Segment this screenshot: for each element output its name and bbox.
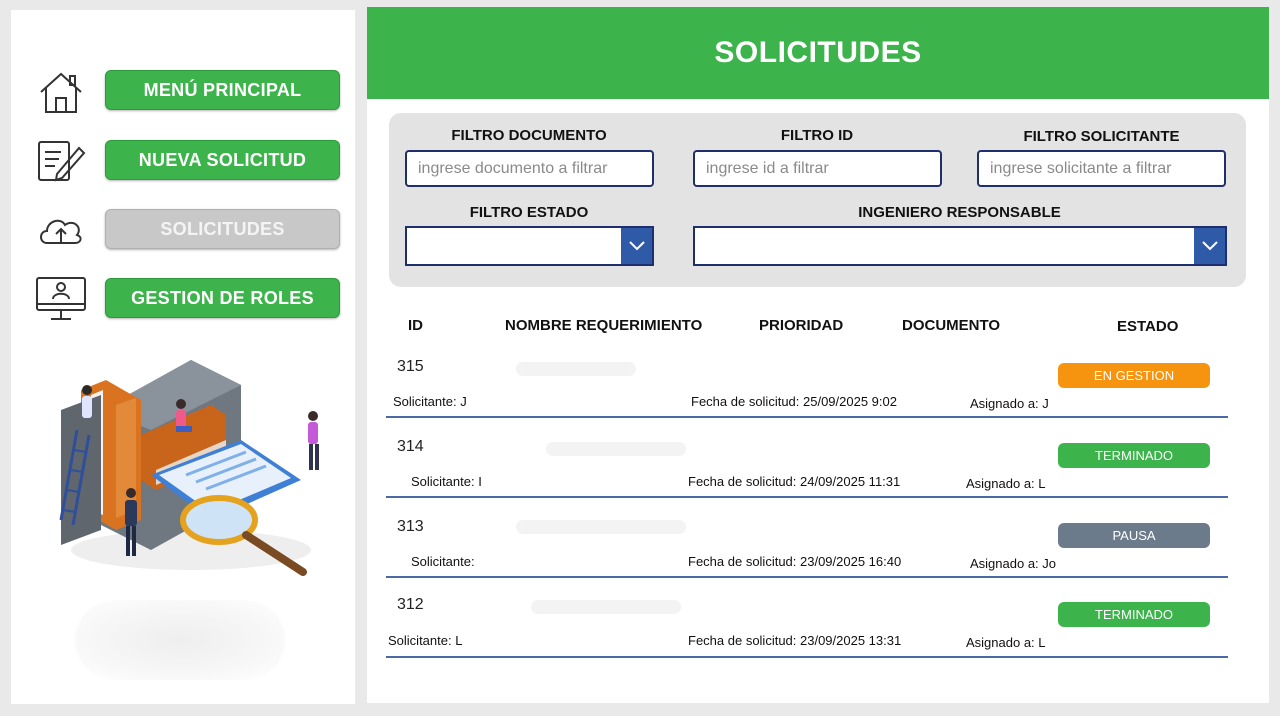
nav-row-menu-principal: MENÚ PRINCIPAL [11,70,355,113]
home-icon [40,72,82,113]
nav-row-solicitudes: SOLICITUDES [11,209,355,251]
row-solicitante: Solicitante: J [393,394,467,409]
ingeniero-responsable-dropdown[interactable] [693,226,1227,266]
row-solicitante: Solicitante: I [411,474,482,489]
column-header-documento: DOCUMENTO [902,317,1001,334]
row-id: 314 [397,438,424,455]
status-badge[interactable]: PAUSA [1058,523,1210,548]
filtro-documento-input[interactable] [405,150,654,187]
filtro-documento-label: FILTRO DOCUMENTO [451,127,607,144]
column-header-id: ID [408,317,423,334]
status-badge[interactable]: TERMINADO [1058,602,1210,627]
menu-principal-button[interactable]: MENÚ PRINCIPAL [105,70,340,110]
column-header-estado: ESTADO [1117,318,1179,335]
edit-document-icon [38,141,86,182]
row-asignado: Asignado a: J [970,396,1049,411]
row-asignado: Asignado a: L [966,476,1046,491]
status-badge[interactable]: TERMINADO [1058,443,1210,468]
redacted-text [516,362,636,376]
column-header-prioridad: PRIORIDAD [759,317,844,334]
nueva-solicitud-button[interactable]: NUEVA SOLICITUD [105,140,340,180]
row-divider [386,656,1228,658]
table-row[interactable]: 313 Solicitante: Fecha de solicitud: 23/… [386,498,1228,578]
documents-illustration [59,360,319,576]
table-row[interactable]: 315 Solicitante: J Fecha de solicitud: 2… [386,338,1228,418]
table-row[interactable]: 312 Solicitante: L Fecha de solicitud: 2… [386,578,1228,658]
row-asignado: Asignado a: Jo [970,556,1057,571]
gestion-de-roles-button[interactable]: GESTION DE ROLES [105,278,340,318]
chevron-down-icon[interactable] [1194,228,1225,264]
row-solicitante: Solicitante: L [388,633,463,648]
monitor-user-icon [36,277,86,320]
table-row[interactable]: 314 Solicitante: I Fecha de solicitud: 2… [386,418,1228,498]
row-fecha: Fecha de solicitud: 25/09/2025 9:02 [691,394,897,409]
column-header-nombre: NOMBRE REQUERIMIENTO [505,317,703,334]
row-fecha: Fecha de solicitud: 23/09/2025 16:40 [688,554,902,569]
filters-panel: FILTRO DOCUMENTO FILTRO ID FILTRO SOLICI… [389,113,1246,287]
row-id: 315 [397,358,424,375]
blurred-area [75,600,285,680]
row-id: 313 [397,518,424,535]
main-panel: SOLICITUDES FILTRO DOCUMENTO FILTRO ID F… [367,7,1269,703]
row-fecha: Fecha de solicitud: 24/09/2025 11:31 [688,474,901,489]
redacted-text [516,520,686,534]
solicitudes-button[interactable]: SOLICITUDES [105,209,340,249]
page-header: SOLICITUDES [367,7,1269,99]
nav-row-nueva-solicitud: NUEVA SOLICITUD [11,140,355,182]
redacted-text [546,442,686,456]
filtro-solicitante-label: FILTRO SOLICITANTE [1023,128,1180,145]
filtro-id-label: FILTRO ID [780,127,854,144]
filtro-solicitante-input[interactable] [977,150,1226,187]
nav-row-gestion-roles: GESTION DE ROLES [11,277,355,320]
ingeniero-responsable-label: INGENIERO RESPONSABLE [858,204,1061,221]
filtro-id-input[interactable] [693,150,942,187]
filtro-estado-label: FILTRO ESTADO [469,204,589,221]
page-title: SOLICITUDES [714,36,922,69]
sidebar: MENÚ PRINCIPAL NUEVA SOLICITUD SOLICITUD… [11,10,355,704]
row-id: 312 [397,596,424,613]
redacted-text [531,600,681,614]
cloud-upload-icon [40,219,82,244]
chevron-down-icon[interactable] [621,228,652,264]
row-asignado: Asignado a: L [966,635,1046,650]
row-fecha: Fecha de solicitud: 23/09/2025 13:31 [688,633,902,648]
row-solicitante: Solicitante: [411,554,475,569]
filtro-estado-dropdown[interactable] [405,226,654,266]
status-badge[interactable]: EN GESTION [1058,363,1210,388]
